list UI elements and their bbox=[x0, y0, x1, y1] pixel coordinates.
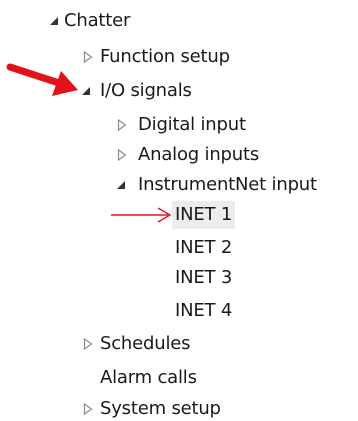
tree-node-label: Function setup bbox=[100, 46, 230, 67]
tree-node-system-setup[interactable]: System setup bbox=[0, 395, 358, 421]
collapsed-triangle-icon[interactable] bbox=[81, 395, 95, 421]
tree-node-schedules[interactable]: Schedules bbox=[0, 330, 358, 358]
tree-node-label: INET 1 bbox=[172, 201, 236, 229]
expanded-triangle-icon[interactable] bbox=[47, 7, 61, 35]
tree-node-label: INET 2 bbox=[175, 237, 233, 258]
tree-node-label: Digital input bbox=[138, 114, 246, 135]
collapsed-triangle-icon[interactable] bbox=[81, 330, 95, 358]
tree-node-chatter[interactable]: Chatter bbox=[0, 7, 358, 35]
tree-node-label: Schedules bbox=[100, 333, 191, 354]
tree-node-label: Analog inputs bbox=[138, 144, 259, 165]
expanded-triangle-icon[interactable] bbox=[79, 77, 93, 105]
tree-node-label: I/O signals bbox=[100, 80, 192, 101]
tree-node-label: Alarm calls bbox=[100, 367, 197, 388]
tree-node-digital-input[interactable]: Digital input bbox=[0, 111, 358, 139]
tree-node-analog-inputs[interactable]: Analog inputs bbox=[0, 141, 358, 169]
tree-node-inet-3[interactable]: INET 3 bbox=[0, 264, 358, 292]
tree-node-inet-1[interactable]: INET 1 bbox=[0, 201, 358, 229]
tree-node-inet-4[interactable]: INET 4 bbox=[0, 297, 358, 325]
collapsed-triangle-icon[interactable] bbox=[115, 111, 129, 139]
tree-node-function-setup[interactable]: Function setup bbox=[0, 43, 358, 71]
tree-node-label: INET 4 bbox=[175, 300, 233, 321]
tree-node-label: System setup bbox=[100, 398, 221, 419]
tree-node-instrumentnet-input[interactable]: InstrumentNet input bbox=[0, 171, 358, 199]
tree-node-io-signals[interactable]: I/O signals bbox=[0, 77, 358, 105]
tree-node-label: INET 3 bbox=[175, 267, 233, 288]
expanded-triangle-icon[interactable] bbox=[114, 171, 128, 199]
tree-node-label: Chatter bbox=[64, 10, 131, 31]
tree-node-alarm-calls[interactable]: Alarm calls bbox=[0, 364, 358, 392]
collapsed-triangle-icon[interactable] bbox=[115, 141, 129, 169]
tree-node-inet-2[interactable]: INET 2 bbox=[0, 234, 358, 262]
tree-node-label: InstrumentNet input bbox=[138, 174, 317, 195]
collapsed-triangle-icon[interactable] bbox=[81, 43, 95, 71]
